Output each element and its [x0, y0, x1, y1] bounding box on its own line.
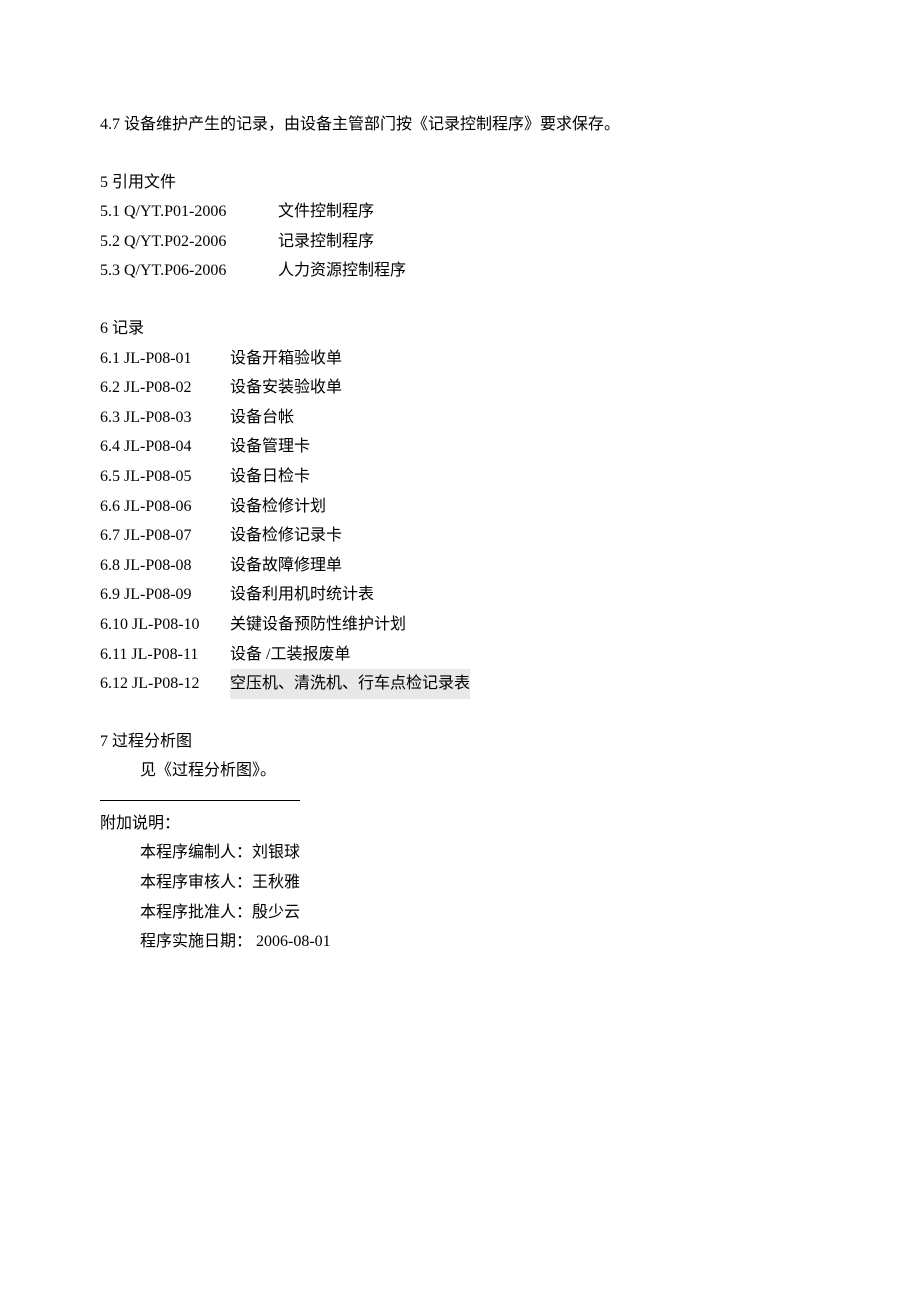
- record-name: 设备利用机时统计表: [230, 580, 374, 610]
- record-code: 6.9 JL-P08-09: [100, 580, 230, 610]
- record-item: 6.4 JL-P08-04设备管理卡: [100, 432, 820, 462]
- record-name: 关键设备预防性维护计划: [230, 610, 406, 640]
- record-name: 设备管理卡: [230, 432, 310, 462]
- appendix-line: 本程序编制人：刘银球: [140, 838, 820, 868]
- record-item: 6.10 JL-P08-10关键设备预防性维护计划: [100, 610, 820, 640]
- record-code: 6.7 JL-P08-07: [100, 521, 230, 551]
- reference-item: 5.3 Q/YT.P06-2006人力资源控制程序: [100, 256, 820, 286]
- record-item: 6.11 JL-P08-11设备 /工装报废单: [100, 640, 820, 670]
- record-code: 6.3 JL-P08-03: [100, 403, 230, 433]
- reference-item: 5.1 Q/YT.P01-2006文件控制程序: [100, 197, 820, 227]
- reference-name: 记录控制程序: [278, 227, 374, 257]
- appendix-line: 程序实施日期： 2006-08-01: [140, 927, 820, 957]
- appendix-title: 附加说明：: [100, 809, 820, 839]
- appendix-lines: 本程序编制人：刘银球本程序审核人：王秋雅本程序批准人：殷少云程序实施日期： 20…: [100, 838, 820, 956]
- record-code: 6.6 JL-P08-06: [100, 492, 230, 522]
- appendix-line: 本程序审核人：王秋雅: [140, 868, 820, 898]
- record-item: 6.2 JL-P08-02设备安装验收单: [100, 373, 820, 403]
- section-6-title: 6 记录: [100, 314, 820, 344]
- record-item: 6.7 JL-P08-07设备检修记录卡: [100, 521, 820, 551]
- section-7-title: 7 过程分析图: [100, 727, 820, 757]
- record-item: 6.8 JL-P08-08设备故障修理单: [100, 551, 820, 581]
- record-code: 6.8 JL-P08-08: [100, 551, 230, 581]
- section-6-list: 6.1 JL-P08-01设备开箱验收单6.2 JL-P08-02设备安装验收单…: [100, 344, 820, 699]
- record-code: 6.1 JL-P08-01: [100, 344, 230, 374]
- record-item: 6.9 JL-P08-09设备利用机时统计表: [100, 580, 820, 610]
- appendix-line: 本程序批准人：殷少云: [140, 898, 820, 928]
- record-name: 空压机、清洗机、行车点检记录表: [230, 669, 470, 699]
- record-item: 6.6 JL-P08-06设备检修计划: [100, 492, 820, 522]
- section-5-title: 5 引用文件: [100, 168, 820, 198]
- record-item: 6.12 JL-P08-12空压机、清洗机、行车点检记录表: [100, 669, 820, 699]
- record-name: 设备 /工装报废单: [230, 640, 350, 670]
- record-code: 6.11 JL-P08-11: [100, 640, 230, 670]
- record-name: 设备日检卡: [230, 462, 310, 492]
- record-name: 设备检修计划: [230, 492, 326, 522]
- record-code: 6.12 JL-P08-12: [100, 669, 230, 699]
- record-name: 设备开箱验收单: [230, 344, 342, 374]
- record-name: 设备台帐: [230, 403, 294, 433]
- record-name: 设备安装验收单: [230, 373, 342, 403]
- reference-code: 5.2 Q/YT.P02-2006: [100, 227, 278, 257]
- record-name: 设备故障修理单: [230, 551, 342, 581]
- section-4-7: 4.7 设备维护产生的记录，由设备主管部门按《记录控制程序》要求保存。: [100, 110, 820, 140]
- record-code: 6.4 JL-P08-04: [100, 432, 230, 462]
- record-item: 6.1 JL-P08-01设备开箱验收单: [100, 344, 820, 374]
- record-code: 6.10 JL-P08-10: [100, 610, 230, 640]
- reference-code: 5.3 Q/YT.P06-2006: [100, 256, 278, 286]
- section-5-list: 5.1 Q/YT.P01-2006文件控制程序5.2 Q/YT.P02-2006…: [100, 197, 820, 286]
- divider: [100, 800, 300, 801]
- record-code: 6.5 JL-P08-05: [100, 462, 230, 492]
- record-code: 6.2 JL-P08-02: [100, 373, 230, 403]
- reference-item: 5.2 Q/YT.P02-2006记录控制程序: [100, 227, 820, 257]
- section-7-body: 见《过程分析图》。: [100, 756, 820, 786]
- record-name: 设备检修记录卡: [230, 521, 342, 551]
- reference-name: 文件控制程序: [278, 197, 374, 227]
- record-item: 6.3 JL-P08-03设备台帐: [100, 403, 820, 433]
- reference-name: 人力资源控制程序: [278, 256, 406, 286]
- reference-code: 5.1 Q/YT.P01-2006: [100, 197, 278, 227]
- record-item: 6.5 JL-P08-05设备日检卡: [100, 462, 820, 492]
